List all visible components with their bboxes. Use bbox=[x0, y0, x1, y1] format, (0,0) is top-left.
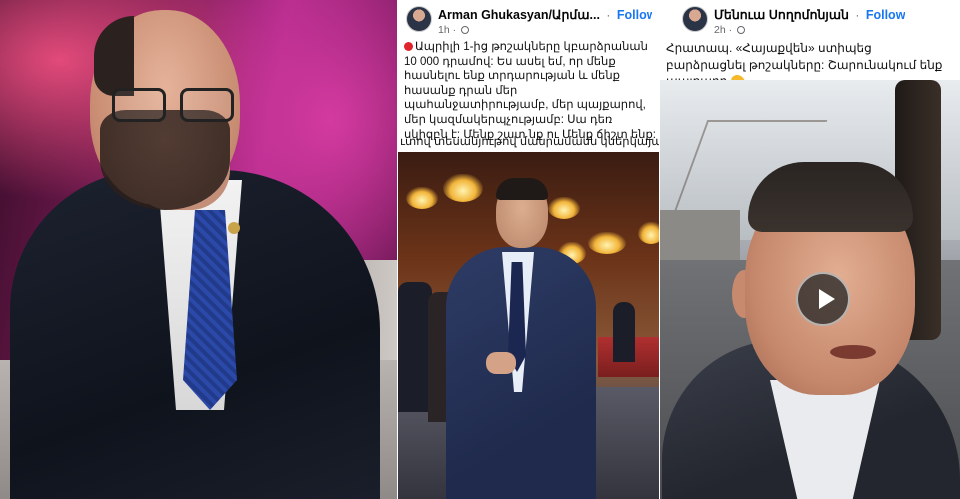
left-lens bbox=[112, 88, 166, 122]
facebook-post-right: ✕ Մենուա Սողոմոնյան · Follow 2h · Հրատապ… bbox=[660, 0, 960, 499]
hair bbox=[496, 178, 548, 200]
chandelier bbox=[443, 174, 483, 202]
author-name[interactable]: Arman Ghukasyan/Արմա... bbox=[438, 8, 600, 22]
right-lens bbox=[180, 88, 234, 122]
chandelier bbox=[548, 197, 580, 219]
chandelier bbox=[588, 232, 626, 254]
follow-button[interactable]: Follow bbox=[866, 8, 906, 22]
chandelier bbox=[406, 187, 438, 209]
hair bbox=[94, 16, 134, 96]
post-text-body: Ապրիլի 1-ից թոշակները կբարձրանան 10 000 … bbox=[404, 41, 656, 140]
post-text: Ապրիլի 1-ից թոշակները կբարձրանան 10 000 … bbox=[398, 40, 660, 140]
author-block: Մենուա Սողոմոնյան · Follow 2h · bbox=[714, 6, 905, 36]
author-avatar[interactable] bbox=[682, 6, 708, 32]
globe-icon bbox=[461, 26, 470, 35]
mouth bbox=[830, 345, 876, 359]
background-person bbox=[398, 282, 432, 412]
post-time[interactable]: 2h bbox=[714, 24, 726, 36]
post-header: Arman Ghukasyan/Արմա... · Follow 1h · bbox=[398, 0, 660, 40]
portrait-photo bbox=[0, 0, 398, 499]
hand bbox=[486, 352, 516, 374]
globe-icon bbox=[737, 26, 746, 35]
post-meta: 1h · bbox=[438, 24, 652, 36]
post-header: Մենուա Սողոմոնյան · Follow 2h · bbox=[660, 0, 960, 40]
facebook-post-left: Arman Ghukasyan/Արմա... · Follow 1h · Ապ… bbox=[398, 0, 660, 499]
follow-button[interactable]: Follow bbox=[617, 8, 652, 22]
post-time[interactable]: 1h bbox=[438, 24, 450, 36]
post-text-line2: ւտով տեսանյութով մանրամասն կներկայացնեմ: bbox=[400, 136, 660, 148]
play-icon[interactable] bbox=[796, 272, 850, 326]
post-photo[interactable] bbox=[398, 152, 660, 499]
red-circle-icon bbox=[404, 42, 413, 51]
separator-dot: · bbox=[452, 24, 457, 37]
separator-dot: · bbox=[606, 8, 611, 22]
post-meta: 2h · bbox=[714, 24, 905, 36]
separator-dot: · bbox=[855, 8, 860, 22]
author-block: Arman Ghukasyan/Արմա... · Follow 1h · bbox=[438, 6, 652, 36]
hair bbox=[748, 162, 913, 232]
author-avatar[interactable] bbox=[406, 6, 432, 32]
chandelier bbox=[638, 222, 660, 244]
lapel-pin bbox=[228, 222, 240, 234]
author-name[interactable]: Մենուա Սողոմոնյան bbox=[714, 8, 849, 22]
background-person bbox=[613, 302, 635, 362]
glasses bbox=[108, 88, 242, 124]
separator-dot: · bbox=[728, 24, 733, 37]
video-player[interactable] bbox=[660, 80, 960, 499]
beard bbox=[100, 110, 230, 210]
